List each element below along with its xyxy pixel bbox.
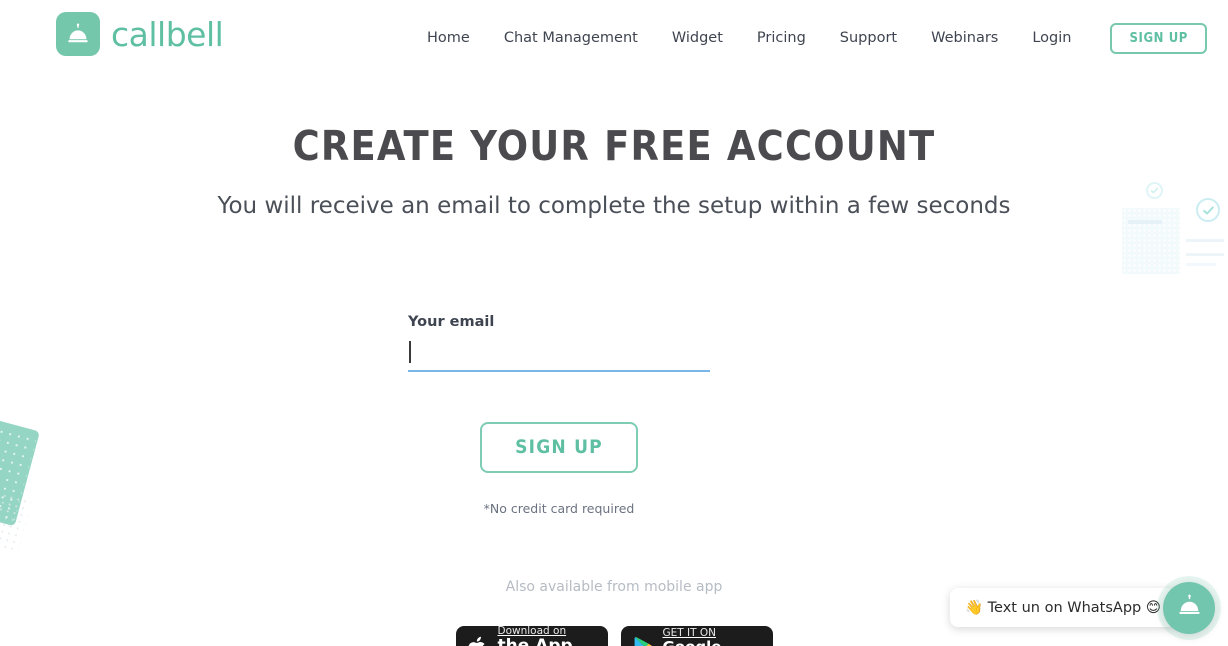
nav-signup-button[interactable]: SIGN UP: [1110, 22, 1207, 54]
page-title: CREATE YOUR FREE ACCOUNT: [292, 122, 936, 170]
nav-item-home[interactable]: Home: [410, 22, 487, 54]
google-play-badge[interactable]: GET IT ON Google Play: [620, 626, 773, 646]
email-input[interactable]: [408, 340, 710, 372]
chat-widget-greeting[interactable]: 👋 Text un on WhatsApp 😊: [950, 588, 1183, 627]
nav-item-widget[interactable]: Widget: [655, 22, 740, 54]
signup-form: Your email SIGN UP *No credit card requi…: [408, 314, 710, 516]
brand-logo[interactable]: callbell: [56, 12, 224, 56]
chat-launcher-button[interactable]: [1163, 582, 1215, 634]
decorative-document-line: [1128, 220, 1162, 224]
site-header: callbell Home Chat Management Widget Pri…: [0, 0, 1228, 72]
google-play-badge-big: Google Play: [663, 639, 761, 646]
email-field-label: Your email: [408, 314, 495, 330]
submit-button-wrapper: SIGN UP: [408, 422, 710, 473]
google-play-badge-text: GET IT ON Google Play: [663, 627, 761, 646]
app-store-badges: Download on the App Store GET IT ON Goog…: [0, 625, 1228, 646]
app-store-badge-text: Download on the App Store: [498, 625, 596, 646]
apple-icon: [468, 635, 489, 646]
app-store-badge[interactable]: Download on the App Store: [455, 625, 608, 646]
signup-submit-button[interactable]: SIGN UP: [480, 422, 638, 473]
decorative-line-c: [1186, 263, 1216, 266]
main-navigation: Home Chat Management Widget Pricing Supp…: [410, 22, 1207, 54]
decorative-line-b: [1186, 253, 1224, 256]
app-store-badge-big: the App Store: [498, 637, 596, 646]
nav-item-webinars[interactable]: Webinars: [914, 22, 1015, 54]
service-bell-icon: [56, 12, 100, 56]
nav-item-login[interactable]: Login: [1015, 22, 1088, 54]
nav-item-support[interactable]: Support: [823, 22, 914, 54]
decorative-illustration-right: [1110, 168, 1228, 296]
nav-item-chat-management[interactable]: Chat Management: [487, 22, 655, 54]
brand-name: callbell: [111, 14, 224, 54]
page-subtitle: You will receive an email to complete th…: [217, 193, 1011, 219]
text-cursor: [409, 341, 411, 363]
decorative-dots-left-shadow: [0, 486, 33, 552]
decorative-line-a: [1186, 239, 1224, 242]
google-play-icon: [633, 636, 654, 646]
nav-item-pricing[interactable]: Pricing: [740, 22, 823, 54]
service-bell-icon: [1176, 592, 1203, 624]
no-credit-card-note: *No credit card required: [483, 501, 635, 516]
